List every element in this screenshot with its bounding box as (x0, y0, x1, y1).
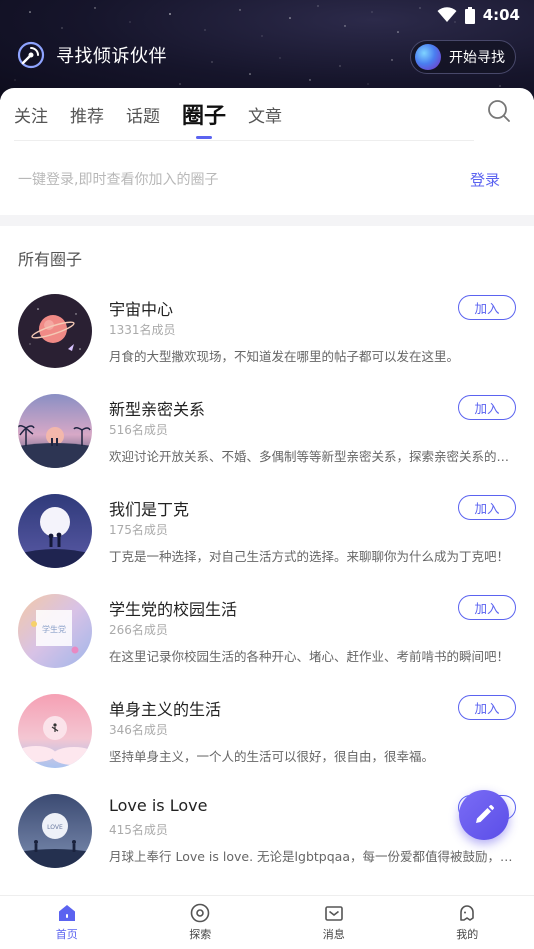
pencil-icon (476, 804, 495, 823)
circle-members: 346名成员 (109, 723, 168, 737)
circle-avatar: LOVE (18, 794, 92, 868)
tab-recommend[interactable]: 推荐 (70, 102, 104, 127)
circle-description: 坚持单身主义，一个人的生活可以很好，很自由，很幸福。 (109, 749, 435, 764)
tab-follow[interactable]: 关注 (14, 102, 48, 127)
nav-profile-label: 我的 (456, 928, 479, 941)
search-icon[interactable] (486, 98, 512, 124)
section-gap (0, 215, 534, 226)
circle-avatar: 学生党 (18, 594, 92, 668)
join-button[interactable]: 加入 (458, 495, 516, 520)
circle-description: 在这里记录你校园生活的各种开心、堵心、赶作业、考前啃书的瞬间吧！ (109, 649, 510, 664)
status-bar: 4:04 (437, 0, 520, 30)
app-title: 寻找倾诉伙伴 (56, 46, 167, 67)
ghost-icon (460, 905, 475, 921)
circle-members: 1331名成员 (109, 323, 176, 337)
circle-avatar (18, 694, 92, 768)
circle-members: 175名成员 (109, 523, 168, 537)
circle-name: Love is Love (109, 796, 208, 815)
circle-avatar (18, 394, 92, 468)
circle-name: 宇宙中心 (109, 300, 174, 319)
list-item[interactable]: 宇宙中心 1331名成员 月食的大型撒欢现场，不知道发在哪里的帖子都可以发在这里… (0, 280, 534, 380)
wifi-icon (437, 7, 457, 22)
circle-avatar (18, 494, 92, 568)
nav-profile[interactable]: 我的 (401, 896, 534, 949)
bottom-nav: 首页 探索 消息 我的 (0, 895, 534, 949)
join-button[interactable]: 加入 (458, 695, 516, 720)
start-search-button[interactable]: 开始寻找 (410, 40, 516, 74)
circle-description: 丁克是一种选择，对自己生活方式的选择。来聊聊你为什么成为丁克吧！ (109, 549, 510, 564)
login-bar: 一键登录,即时查看你加入的圈子 登录 (0, 154, 534, 204)
nav-home[interactable]: 首页 (0, 896, 134, 949)
list-item[interactable]: 我们是丁克 175名成员 丁克是一种选择，对自己生活方式的选择。来聊聊你为什么成… (0, 480, 534, 580)
tab-divider (14, 140, 474, 141)
circle-members: 516名成员 (109, 423, 168, 437)
circle-name: 新型亲密关系 (109, 400, 206, 419)
join-button[interactable]: 加入 (458, 595, 516, 620)
battery-icon (464, 6, 475, 24)
list-item[interactable]: LOVE Love is Love 415名成员 月球上奉行 Love is l… (0, 780, 534, 880)
circle-name: 单身主义的生活 (109, 700, 222, 719)
join-button[interactable]: 加入 (458, 395, 516, 420)
section-title: 所有圈子 (18, 250, 83, 269)
radar-logo-icon (17, 41, 45, 69)
circle-description: 月球上奉行 Love is love. 无论是lgbtpqaa，每一份爱都值得被… (109, 849, 517, 864)
circle-members: 266名成员 (109, 623, 168, 637)
circle-list: 宇宙中心 1331名成员 月食的大型撒欢现场，不知道发在哪里的帖子都可以发在这里… (0, 280, 534, 880)
circle-name: 学生党的校园生活 (109, 600, 238, 619)
join-button[interactable]: 加入 (458, 295, 516, 320)
nav-messages-label: 消息 (322, 928, 345, 941)
circle-description: 欢迎讨论开放关系、不婚、多偶制等等新型亲密关系，探索亲密关系的多种可能。 (109, 449, 517, 464)
circle-description: 月食的大型撒欢现场，不知道发在哪里的帖子都可以发在这里。 (109, 349, 460, 364)
status-time: 4:04 (482, 6, 520, 24)
list-item[interactable]: 学生党 学生党的校园生活 266名成员 在这里记录你校园生活的各种开心、堵心、赶… (0, 580, 534, 680)
home-icon (58, 905, 75, 921)
header-banner: 4:04 寻找倾诉伙伴 开始寻找 (0, 0, 534, 100)
list-item[interactable]: 新型亲密关系 516名成员 欢迎讨论开放关系、不婚、多偶制等等新型亲密关系，探索… (0, 380, 534, 480)
top-sheet: 关注 推荐 话题 圈子 文章 一键登录,即时查看你加入的圈子 登录 (0, 88, 534, 218)
circle-members: 415名成员 (109, 823, 168, 837)
compass-icon (190, 903, 210, 923)
tab-bar: 关注 推荐 话题 圈子 文章 (0, 88, 534, 140)
circle-avatar (18, 294, 92, 368)
login-hint: 一键登录,即时查看你加入的圈子 (18, 172, 219, 188)
list-item[interactable]: 单身主义的生活 346名成员 坚持单身主义，一个人的生活可以很好，很自由，很幸福… (0, 680, 534, 780)
love-avatar-text: LOVE (47, 824, 63, 831)
login-link[interactable]: 登录 (470, 169, 500, 190)
nav-explore[interactable]: 探索 (134, 896, 268, 949)
campus-avatar-text: 学生党 (42, 624, 66, 634)
tab-topics[interactable]: 话题 (126, 102, 160, 127)
nav-home-label: 首页 (55, 928, 78, 941)
tab-circles[interactable]: 圈子 (182, 98, 226, 139)
nav-explore-label: 探索 (189, 928, 212, 941)
mail-icon (324, 906, 343, 921)
globe-icon (415, 44, 441, 70)
nav-messages[interactable]: 消息 (267, 896, 401, 949)
brand: 寻找倾诉伙伴 (16, 40, 167, 70)
tab-articles[interactable]: 文章 (248, 102, 282, 127)
start-search-label: 开始寻找 (449, 50, 505, 66)
compose-fab[interactable] (459, 790, 509, 840)
circle-name: 我们是丁克 (109, 500, 190, 519)
